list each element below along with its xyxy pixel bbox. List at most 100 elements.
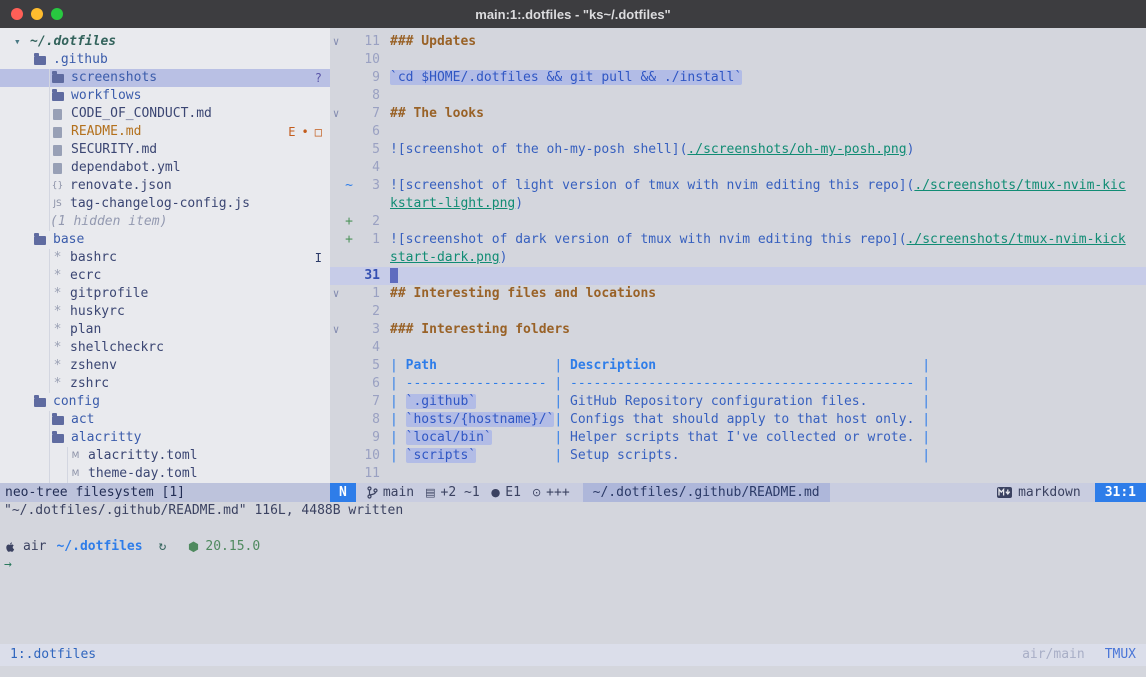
- fold-marker: ∨: [330, 105, 342, 123]
- file-icon: [53, 109, 62, 120]
- tree-item-zshenv[interactable]: *zshenv: [0, 357, 330, 375]
- shell-file-icon: *: [50, 303, 65, 321]
- apple-icon: [4, 540, 16, 554]
- status-badge: •: [302, 123, 309, 141]
- editor-line-wrap[interactable]: start-dark.png): [330, 249, 1146, 267]
- line-number: [356, 249, 380, 267]
- tree-item-alacritty[interactable]: alacritty: [0, 429, 330, 447]
- tree-item-shellcheckrc[interactable]: *shellcheckrc: [0, 339, 330, 357]
- editor-line-1[interactable]: +1![screenshot of dark version of tmux w…: [330, 231, 1146, 249]
- tree-item-label: theme-day.toml: [88, 465, 198, 483]
- shell-file-icon: *: [50, 321, 65, 339]
- editor-line-9[interactable]: 9`cd $HOME/.dotfiles && git pull && ./in…: [330, 69, 1146, 87]
- tree-item--.dotfiles[interactable]: ▾~/.dotfiles: [0, 33, 330, 51]
- shell-file-icon: *: [50, 267, 65, 285]
- editor-line-2[interactable]: +2: [330, 213, 1146, 231]
- line-text: `cd $HOME/.dotfiles && git pull && ./ins…: [380, 69, 1146, 87]
- editor-line-31[interactable]: 31: [330, 267, 1146, 285]
- tree-item-workflows[interactable]: workflows: [0, 87, 330, 105]
- editor-line-3[interactable]: ∨3### Interesting folders: [330, 321, 1146, 339]
- tree-item-.github[interactable]: .github: [0, 51, 330, 69]
- cursor-position: 31:1: [1095, 483, 1146, 502]
- line-text: | Path | Description |: [380, 357, 1146, 375]
- line-number: 2: [356, 303, 380, 321]
- fold-marker: [330, 177, 342, 195]
- editor-line-4[interactable]: 4: [330, 159, 1146, 177]
- diagnostics-segment: ● E1: [491, 483, 521, 502]
- neo-tree-panel: ▾~/.dotfiles.githubscreenshots?workflows…: [0, 28, 330, 483]
- fold-marker: ∨: [330, 321, 342, 339]
- editor-line-6[interactable]: 6: [330, 123, 1146, 141]
- tree-item-readme.md[interactable]: README.mdE•□: [0, 123, 330, 141]
- tree-item-bashrc[interactable]: *bashrcI: [0, 249, 330, 267]
- tree-item-plan[interactable]: * plan: [0, 321, 330, 339]
- tree-item-label: bashrc: [70, 249, 117, 267]
- line-text: ## The looks: [380, 105, 1146, 123]
- editor-line-11[interactable]: ∨11### Updates: [330, 33, 1146, 51]
- line-number: 4: [356, 339, 380, 357]
- editor-line-2[interactable]: 2: [330, 303, 1146, 321]
- status-badge: I: [315, 249, 322, 267]
- tree-item-alacritty.toml[interactable]: Malacritty.toml: [0, 447, 330, 465]
- editor-line-6[interactable]: 6| ------------------ | ----------------…: [330, 375, 1146, 393]
- line-text: [380, 303, 1146, 321]
- minimize-button[interactable]: [31, 8, 43, 20]
- editor-line-11[interactable]: 11: [330, 465, 1146, 483]
- tree-item-theme-day.toml[interactable]: Mtheme-day.toml: [0, 465, 330, 483]
- editor-line-8[interactable]: 8: [330, 87, 1146, 105]
- editor-line-9[interactable]: 9| `local/bin` | Helper scripts that I'v…: [330, 429, 1146, 447]
- fold-marker: [330, 447, 342, 465]
- line-number: 10: [356, 51, 380, 69]
- tree-item-label: plan: [70, 321, 101, 339]
- chevron-down-icon: ▾: [14, 33, 30, 51]
- editor-line-10[interactable]: 10: [330, 51, 1146, 69]
- editor-line-3[interactable]: ~3![screenshot of light version of tmux …: [330, 177, 1146, 195]
- tree-item-security.md[interactable]: SECURITY.md: [0, 141, 330, 159]
- zoom-button[interactable]: [51, 8, 63, 20]
- editor-line-7[interactable]: 7| `.github` | GitHub Repository configu…: [330, 393, 1146, 411]
- shell-file-icon: *: [50, 357, 65, 375]
- tree-item-zshrc[interactable]: *zshrc: [0, 375, 330, 393]
- editor-line-wrap[interactable]: kstart-light.png): [330, 195, 1146, 213]
- editor-line-8[interactable]: 8| `hosts/{hostname}/`| Configs that sho…: [330, 411, 1146, 429]
- fold-marker: [330, 69, 342, 87]
- editor-line-5[interactable]: 5| Path | Description |: [330, 357, 1146, 375]
- editor-line-1[interactable]: ∨1## Interesting files and locations: [330, 285, 1146, 303]
- file-icon: [53, 163, 62, 174]
- tree-item-screenshots[interactable]: screenshots?: [0, 69, 330, 87]
- git-sign: [342, 249, 356, 267]
- diff-counts: +2 ~1: [441, 483, 480, 502]
- close-button[interactable]: [11, 8, 23, 20]
- terminal-empty-area: [0, 574, 1146, 644]
- extra-segment: ⊙ +++: [532, 483, 570, 502]
- tree-item-huskyrc[interactable]: *huskyrc: [0, 303, 330, 321]
- tree-item-ecrc[interactable]: *ecrc: [0, 267, 330, 285]
- folder-icon: [52, 74, 64, 83]
- tmux-window-item[interactable]: 1:.dotfiles: [10, 644, 96, 666]
- status-badge: ?: [315, 69, 322, 87]
- tree-item--1-hidden-item-[interactable]: (1 hidden item): [0, 213, 330, 231]
- editor-line-7[interactable]: ∨7## The looks: [330, 105, 1146, 123]
- tree-item-label: SECURITY.md: [71, 141, 157, 159]
- line-text: ![screenshot of dark version of tmux wit…: [380, 231, 1146, 249]
- editor-line-10[interactable]: 10| `scripts` | Setup scripts. |: [330, 447, 1146, 465]
- editor-line-5[interactable]: 5![screenshot of the oh-my-posh shell](.…: [330, 141, 1146, 159]
- tree-item-label: gitprofile: [70, 285, 148, 303]
- fold-marker: [330, 249, 342, 267]
- node-icon: [188, 541, 199, 553]
- line-number: 1: [356, 231, 380, 249]
- command-message-line: "~/.dotfiles/.github/README.md" 116L, 44…: [0, 502, 1146, 520]
- tree-item-renovate.json[interactable]: {}renovate.json: [0, 177, 330, 195]
- tree-item-code-of-conduct.md[interactable]: CODE_OF_CONDUCT.md: [0, 105, 330, 123]
- tree-item-config[interactable]: config: [0, 393, 330, 411]
- tree-item-base[interactable]: base: [0, 231, 330, 249]
- tree-item-tag-changelog-config.js[interactable]: JStag-changelog-config.js: [0, 195, 330, 213]
- editor-pane: ∨11### Updates109`cd $HOME/.dotfiles && …: [330, 28, 1146, 483]
- fold-marker: [330, 375, 342, 393]
- tree-item-act[interactable]: act: [0, 411, 330, 429]
- line-number: 11: [356, 465, 380, 483]
- tree-item-gitprofile[interactable]: *gitprofile: [0, 285, 330, 303]
- editor-line-4[interactable]: 4: [330, 339, 1146, 357]
- tree-item-dependabot.yml[interactable]: dependabot.yml: [0, 159, 330, 177]
- fold-marker: [330, 87, 342, 105]
